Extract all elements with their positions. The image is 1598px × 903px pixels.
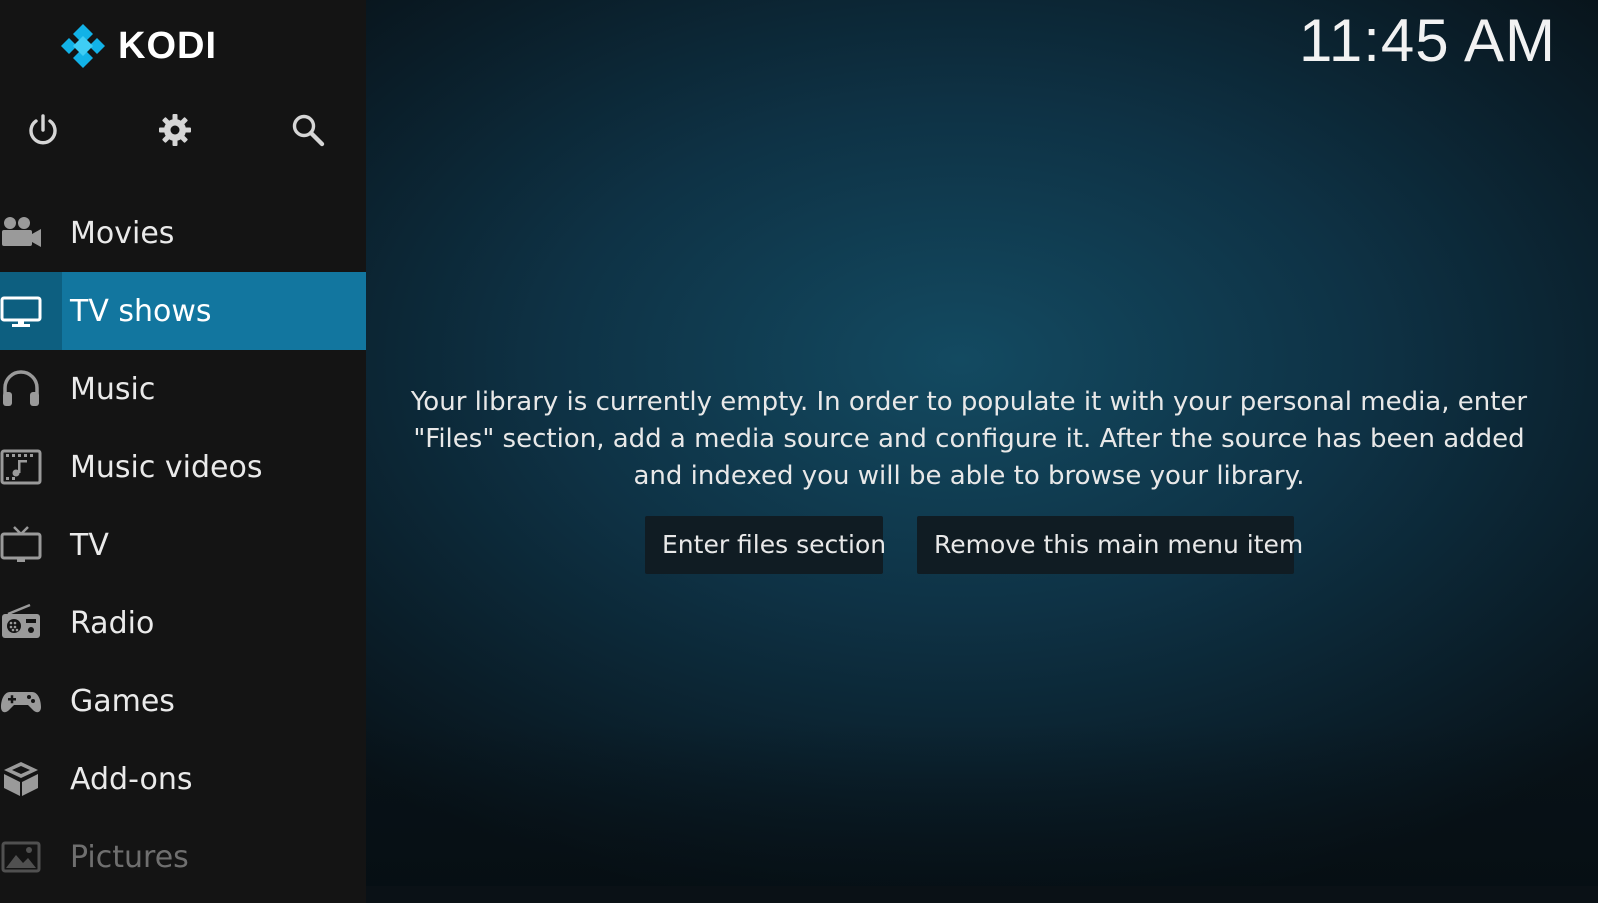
- search-icon: [292, 114, 325, 147]
- menu-item-label: Music videos: [70, 449, 263, 485]
- movie-camera-icon: [0, 194, 62, 272]
- radio-icon: [0, 584, 62, 662]
- empty-library-actions: Enter files section Remove this main men…: [0, 516, 1598, 574]
- menu-item-radio[interactable]: Radio: [0, 584, 366, 662]
- menu-item-movies[interactable]: Movies: [0, 194, 366, 272]
- search-button[interactable]: [284, 106, 332, 154]
- music-video-icon: [0, 428, 62, 506]
- gamepad-icon: [0, 662, 62, 740]
- enter-files-section-button[interactable]: Enter files section: [645, 516, 886, 574]
- bottom-strip: [366, 886, 1598, 903]
- menu-item-pictures[interactable]: Pictures: [0, 818, 366, 896]
- menu-item-music[interactable]: Music: [0, 350, 366, 428]
- kodi-logo-icon: [61, 24, 105, 68]
- kodi-home-screen: KODI Movies TV shows Music Music videos …: [0, 0, 1598, 903]
- empty-library-message: Your library is currently empty. In orde…: [410, 387, 1528, 491]
- clock: 11:45 AM: [1298, 7, 1556, 74]
- menu-item-label: Pictures: [70, 839, 189, 875]
- power-icon: [29, 114, 57, 145]
- addons-box-icon: [0, 740, 62, 818]
- sidebar: KODI Movies TV shows Music Music videos …: [0, 0, 366, 903]
- menu-item-label: Add-ons: [70, 761, 193, 797]
- menu-item-games[interactable]: Games: [0, 662, 366, 740]
- monitor-icon: [0, 272, 62, 350]
- menu-item-label: TV shows: [70, 293, 212, 329]
- menu-item-tv-shows[interactable]: TV shows: [0, 272, 366, 350]
- headphones-icon: [0, 350, 62, 428]
- gear-icon: [159, 114, 191, 146]
- picture-icon: [0, 818, 62, 896]
- background-vignette: [366, 723, 1598, 903]
- menu-item-label: Radio: [70, 605, 155, 641]
- menu-item-label: Games: [70, 683, 175, 719]
- menu-item-addons[interactable]: Add-ons: [0, 740, 366, 818]
- menu-item-label: Music: [70, 371, 156, 407]
- power-button[interactable]: [19, 106, 67, 154]
- menu-item-label: Movies: [70, 215, 175, 251]
- remove-menu-item-button[interactable]: Remove this main menu item: [917, 516, 1303, 574]
- kodi-logo-text: KODI: [118, 24, 217, 67]
- settings-button[interactable]: [151, 106, 199, 154]
- kodi-logo: KODI: [60, 24, 217, 68]
- menu-item-music-videos[interactable]: Music videos: [0, 428, 366, 506]
